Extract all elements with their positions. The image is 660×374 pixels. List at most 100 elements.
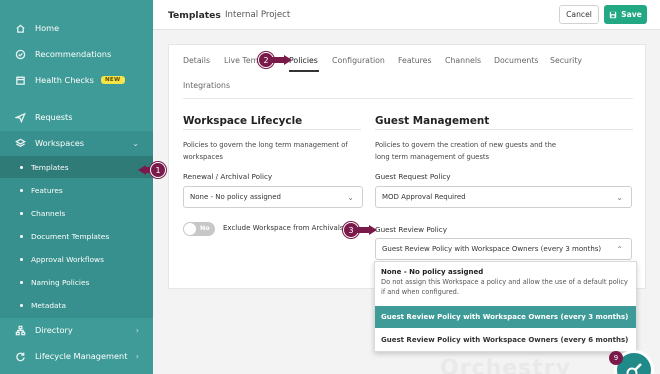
- dropdown-option-none[interactable]: None - No policy assigned Do not assign …: [381, 268, 631, 297]
- sidebar-sub-item-label: Channels: [31, 208, 66, 218]
- chevron-right-icon: ›: [135, 351, 139, 361]
- lifecycle-description: Policies to govern the long term managem…: [183, 141, 348, 161]
- callout-2: 2: [258, 52, 292, 68]
- toggle-knob: [184, 223, 196, 235]
- sidebar-item-directory[interactable]: Directory ›: [0, 318, 153, 342]
- guest-request-policy-value: MOD Approval Required: [382, 193, 466, 201]
- lifecycle-title: Workspace Lifecycle: [183, 115, 303, 127]
- sidebar-item-health-checks[interactable]: Health Checks NEW: [0, 68, 153, 92]
- guest-review-policy-label: Guest Review Policy: [375, 225, 447, 234]
- sidebar-sub-item-approval-workflows[interactable]: Approval Workflows: [0, 248, 153, 270]
- exclude-archivals-toggle[interactable]: No: [183, 222, 215, 236]
- settings-card: Details Live Temp Policies Configuration…: [168, 44, 646, 289]
- tab-features[interactable]: Features: [398, 56, 432, 65]
- sidebar-sub-item-label: Approval Workflows: [31, 254, 104, 264]
- layers-icon: [14, 137, 26, 149]
- sidebar-item-label: Requests: [35, 112, 73, 122]
- save-button[interactable]: Save: [604, 5, 647, 24]
- sidebar-item-lifecycle-management[interactable]: Lifecycle Management ›: [0, 344, 153, 368]
- calendar-icon: [14, 74, 26, 86]
- bullet-icon: [20, 165, 23, 169]
- help-icon: [626, 363, 642, 374]
- renewal-policy-label: Renewal / Archival Policy: [183, 172, 273, 181]
- tab-integrations[interactable]: Integrations: [183, 81, 230, 90]
- sidebar-item-requests[interactable]: Requests: [0, 105, 153, 129]
- notification-badge: 9: [609, 351, 623, 365]
- bullet-icon: [20, 234, 23, 238]
- sidebar-item-label: Recommendations: [35, 49, 112, 59]
- page-title: Templates: [168, 10, 221, 21]
- callout-3: 3: [343, 222, 377, 238]
- option-label: Guest Review Policy with Workspace Owner…: [381, 313, 629, 321]
- callout-bar: [268, 57, 284, 63]
- guest-review-policy-select[interactable]: Guest Review Policy with Workspace Owner…: [375, 238, 632, 260]
- callout-arrow: [284, 55, 292, 65]
- sidebar-item-home[interactable]: Home: [0, 16, 153, 40]
- bullet-icon: [20, 257, 23, 261]
- chevron-right-icon: ›: [135, 325, 139, 335]
- sidebar-sub-item-templates[interactable]: Templates: [0, 156, 153, 178]
- callout-bar: [353, 227, 369, 233]
- sidebar-sub-item-label: Templates: [31, 162, 69, 172]
- sidebar-sub-item-features[interactable]: Features: [0, 179, 153, 201]
- sidebar-sub-item-label: Features: [31, 185, 63, 195]
- renewal-policy-value: None - No policy assigned: [190, 193, 281, 201]
- sidebar: Home Recommendations Health Checks NEW R…: [0, 0, 153, 374]
- tab-configuration[interactable]: Configuration: [332, 56, 385, 65]
- callout-arrow: [369, 225, 377, 235]
- chevron-down-icon: ⌄: [616, 193, 623, 202]
- sidebar-item-label: Home: [35, 23, 60, 33]
- lifecycle-title-divider: [183, 129, 361, 130]
- active-tab-indicator: [289, 70, 319, 72]
- bullet-icon: [20, 280, 23, 284]
- tab-channels[interactable]: Channels: [445, 56, 481, 65]
- check-circle-icon: [14, 48, 26, 60]
- home-icon: [14, 22, 26, 34]
- dropdown-option-6-months[interactable]: Guest Review Policy with Workspace Owner…: [375, 329, 636, 351]
- guest-title: Guest Management: [375, 115, 490, 127]
- chevron-up-icon: ⌃: [616, 245, 623, 254]
- tab-policies[interactable]: Policies: [289, 56, 318, 65]
- guest-review-policy-value: Guest Review Policy with Workspace Owner…: [382, 245, 602, 253]
- new-badge: NEW: [100, 76, 125, 84]
- guest-title-divider: [375, 129, 633, 130]
- chevron-down-icon: ⌄: [132, 138, 139, 148]
- save-label: Save: [621, 10, 642, 19]
- guest-review-policy-dropdown: None - No policy assigned Do not assign …: [374, 261, 637, 352]
- renewal-policy-select[interactable]: None - No policy assigned ⌄: [183, 186, 363, 208]
- sidebar-sub-item-label: Document Templates: [31, 231, 110, 241]
- send-icon: [14, 111, 26, 123]
- sidebar-item-label: Health Checks: [35, 75, 94, 85]
- sidebar-item-label: Workspaces: [35, 138, 85, 148]
- bullet-icon: [20, 211, 23, 215]
- tab-security[interactable]: Security: [550, 56, 582, 65]
- bullet-icon: [20, 188, 23, 192]
- page-header: Templates Internal Project Cancel Save: [153, 0, 660, 30]
- dropdown-option-3-months[interactable]: Guest Review Policy with Workspace Owner…: [375, 306, 636, 328]
- sidebar-sub-item-naming-policies[interactable]: Naming Policies: [0, 271, 153, 293]
- exclude-archivals-label: Exclude Workspace from Archivals: [223, 224, 344, 232]
- guest-request-policy-select[interactable]: MOD Approval Required ⌄: [375, 186, 632, 208]
- tab-details[interactable]: Details: [183, 56, 210, 65]
- sidebar-sub-item-metadata[interactable]: Metadata: [0, 294, 153, 316]
- guest-description: Policies to govern the creation of new g…: [375, 141, 557, 161]
- cancel-label: Cancel: [566, 10, 592, 19]
- sidebar-sub-item-label: Naming Policies: [31, 277, 90, 287]
- tab-divider: [183, 98, 633, 99]
- sidebar-item-recommendations[interactable]: Recommendations: [0, 42, 153, 66]
- page-subtitle: Internal Project: [225, 10, 291, 20]
- tab-documents[interactable]: Documents: [494, 56, 538, 65]
- hierarchy-icon: [14, 324, 26, 336]
- save-icon: [609, 11, 617, 18]
- guest-request-policy-label: Guest Request Policy: [375, 172, 451, 181]
- option-none-description: Do not assign this Workspace a policy an…: [381, 278, 628, 296]
- sidebar-sub-item-channels[interactable]: Channels: [0, 202, 153, 224]
- sidebar-sub-item-document-templates[interactable]: Document Templates: [0, 225, 153, 247]
- sidebar-item-workspaces[interactable]: Workspaces ⌄: [0, 131, 153, 155]
- option-label: Guest Review Policy with Workspace Owner…: [381, 336, 629, 344]
- toggle-state: No: [200, 224, 210, 232]
- callout-number: 1: [150, 162, 166, 178]
- cancel-button[interactable]: Cancel: [559, 5, 599, 24]
- bullet-icon: [20, 303, 23, 307]
- sidebar-sub-item-label: Metadata: [31, 300, 66, 310]
